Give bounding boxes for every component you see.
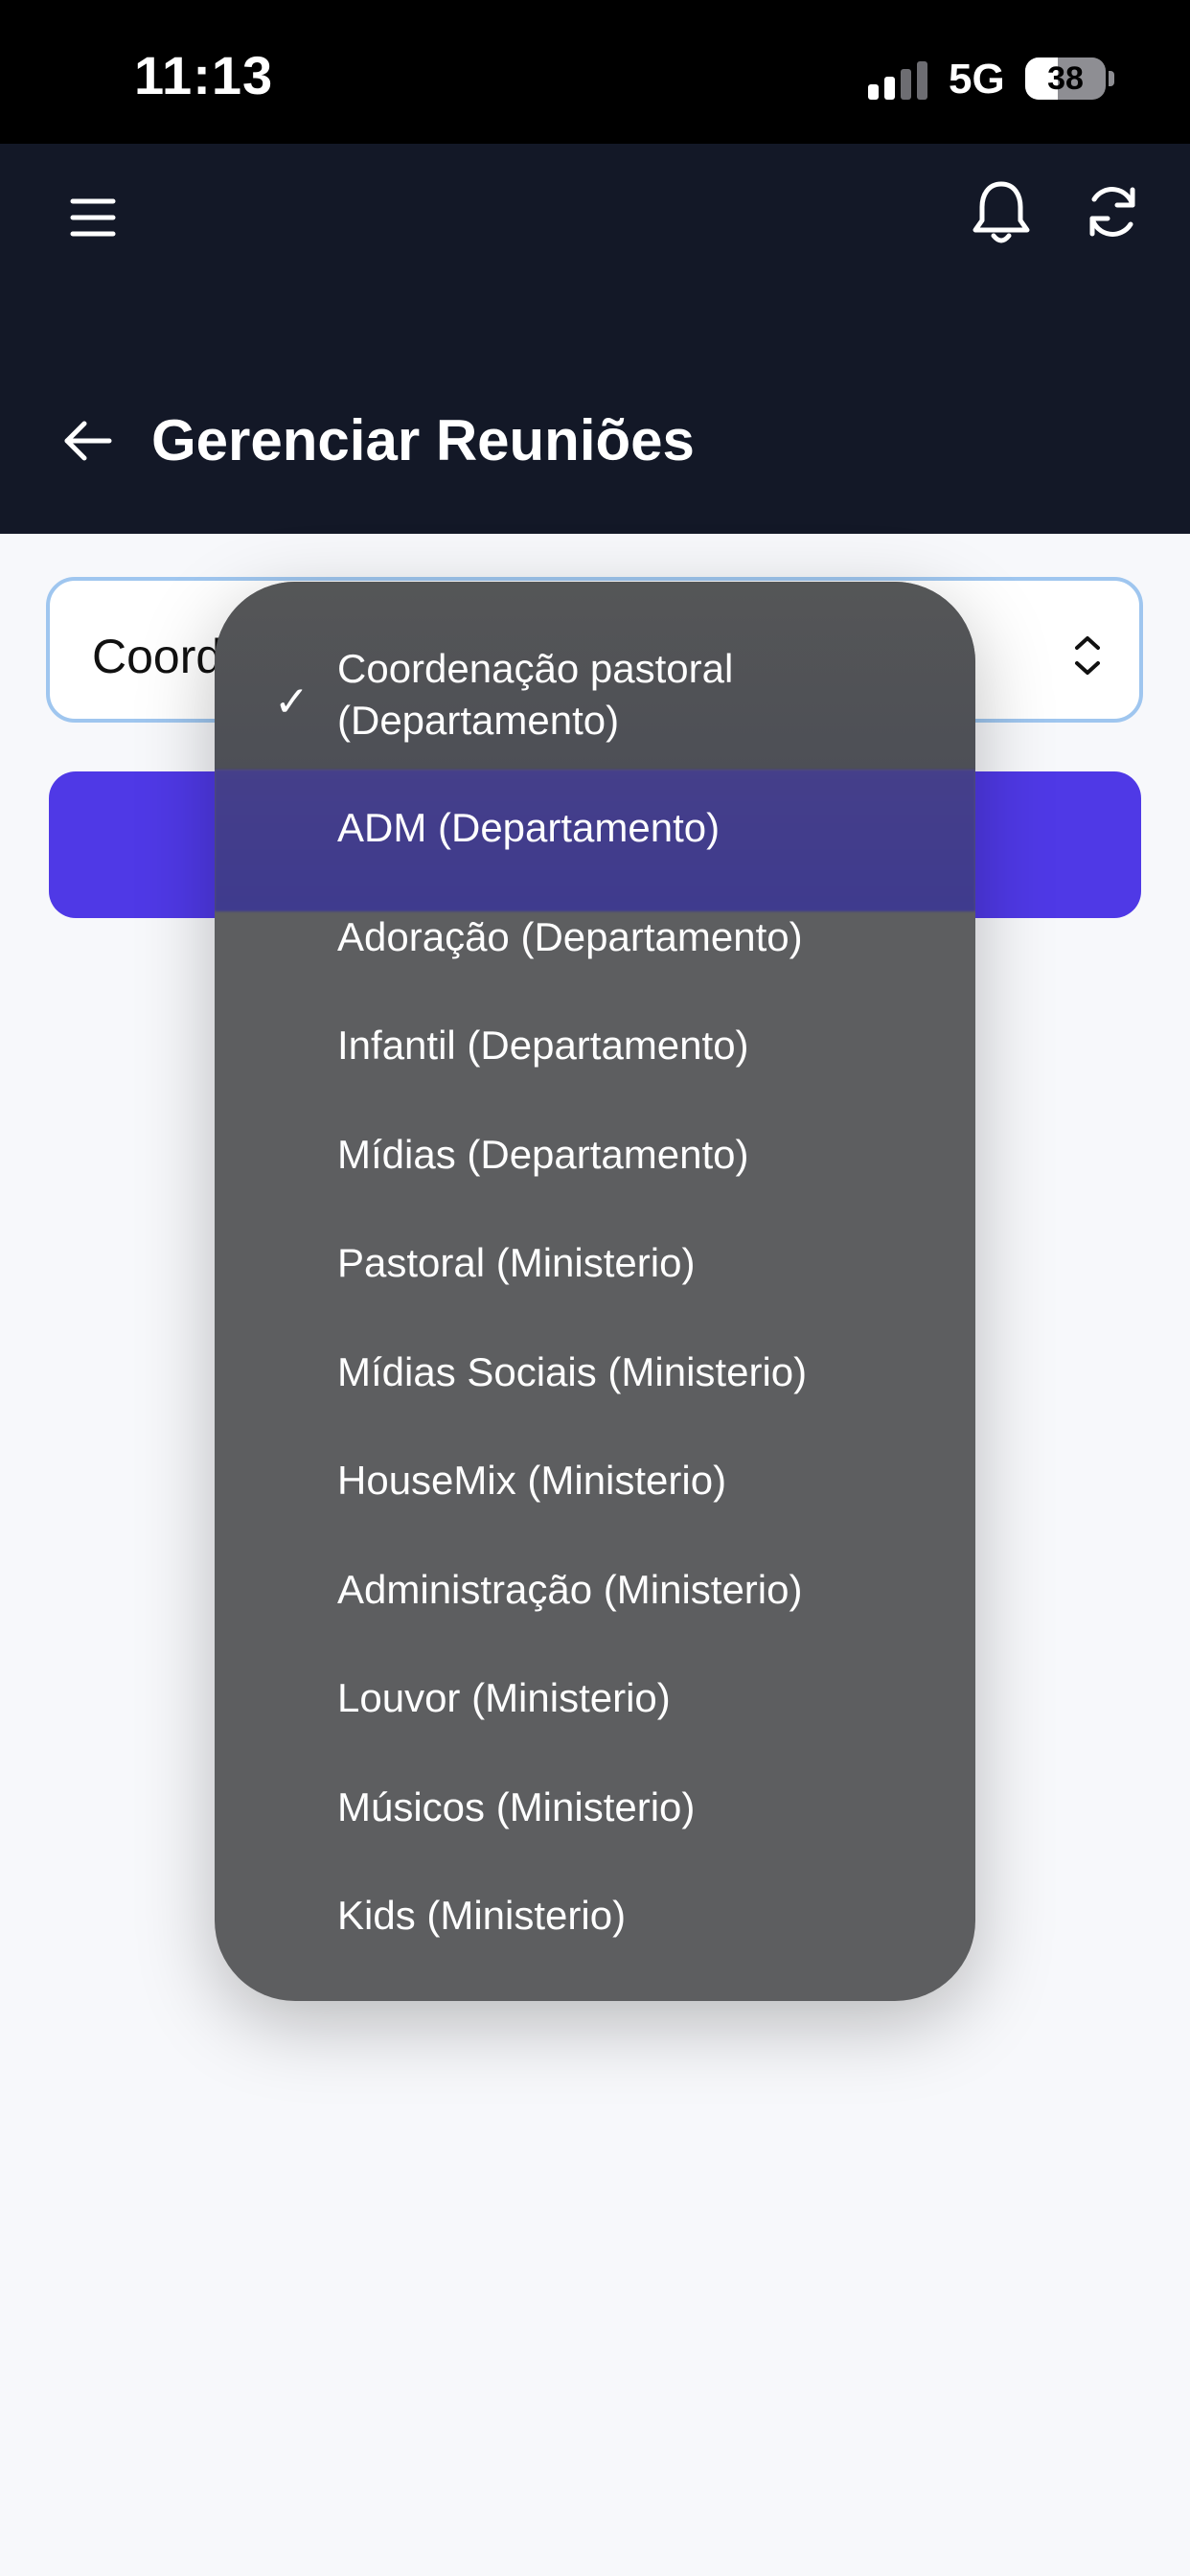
signal-icon xyxy=(868,61,929,100)
select-value: Coord xyxy=(92,630,223,683)
refresh-icon[interactable] xyxy=(1083,182,1142,242)
dropdown-option[interactable]: Administração (Ministerio) xyxy=(337,1564,931,1616)
dropdown-menu: ✓ Coordenação pastoral (Departamento) AD… xyxy=(215,582,975,2001)
dropdown-option[interactable]: Kids (Ministerio) xyxy=(337,1890,931,1942)
dropdown-option[interactable]: Músicos (Ministerio) xyxy=(337,1782,931,1833)
battery-level: 38 xyxy=(1047,60,1084,97)
back-arrow-icon[interactable] xyxy=(63,420,113,462)
network-type: 5G xyxy=(949,56,1005,103)
dropdown-option[interactable]: Mídias Sociais (Ministerio) xyxy=(337,1346,931,1398)
battery-tip xyxy=(1109,71,1114,86)
dropdown-option[interactable]: Coordenação pastoral (Departamento) xyxy=(337,643,931,747)
checkmark-icon: ✓ xyxy=(274,678,309,725)
dropdown-option[interactable]: Louvor (Ministerio) xyxy=(337,1672,931,1724)
status-time: 11:13 xyxy=(134,45,274,105)
page-title: Gerenciar Reuniões xyxy=(151,408,695,472)
up-down-chevron-icon xyxy=(1075,636,1100,675)
dropdown-option[interactable]: HouseMix (Ministerio) xyxy=(337,1455,931,1506)
dropdown-option[interactable]: Infantil (Departamento) xyxy=(337,1020,931,1071)
status-bar: 11:13 5G 38 xyxy=(0,0,1190,144)
menu-icon[interactable] xyxy=(69,194,117,242)
dropdown-option[interactable]: ADM (Departamento) xyxy=(337,802,931,854)
bell-icon[interactable] xyxy=(972,178,1031,247)
dropdown-option[interactable]: Mídias (Departamento) xyxy=(337,1129,931,1181)
dropdown-option[interactable]: Pastoral (Ministerio) xyxy=(337,1237,931,1289)
dropdown-option[interactable]: Adoração (Departamento) xyxy=(337,911,931,963)
battery-icon: 38 xyxy=(1025,58,1106,100)
